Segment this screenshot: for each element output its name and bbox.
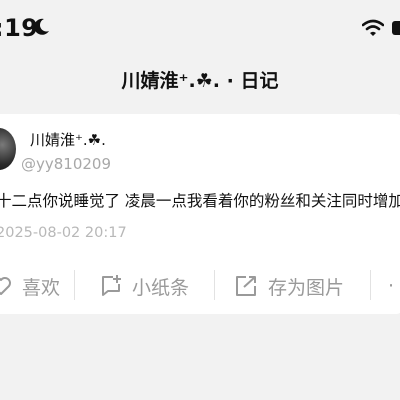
save-image-button[interactable]: 存为图片 [234, 266, 344, 306]
page-title: 川婧淮⁺.☘. · 日记 [121, 70, 279, 92]
note-button[interactable]: 小纸条 [100, 266, 189, 306]
moon-icon [34, 18, 49, 35]
export-image-icon [236, 276, 256, 296]
wifi-icon [362, 19, 384, 36]
like-button[interactable]: 喜欢 [0, 266, 60, 306]
user-handle: @yy810209 [21, 155, 112, 173]
more-button[interactable]: · [388, 266, 394, 306]
post-text: 十二点你说睡觉了 凌晨一点我看着你的粉丝和关注同时增加了 [0, 192, 400, 210]
like-label: 喜欢 [22, 276, 61, 299]
note-add-icon [102, 275, 121, 296]
user-name[interactable]: 川婧淮⁺.☘. [30, 129, 106, 150]
battery-icon [392, 21, 400, 35]
divider [214, 270, 215, 300]
heart-icon [0, 277, 11, 295]
divider [370, 270, 371, 300]
status-bar: :19 [0, 0, 400, 60]
more-icon: · [388, 275, 395, 297]
divider [74, 270, 75, 300]
save-image-label: 存为图片 [268, 276, 345, 299]
action-bar: 喜欢 小纸条 存为图片 · [0, 266, 400, 306]
post-date: 2025-08-02 20:17 [0, 225, 127, 241]
note-label: 小纸条 [132, 276, 190, 299]
